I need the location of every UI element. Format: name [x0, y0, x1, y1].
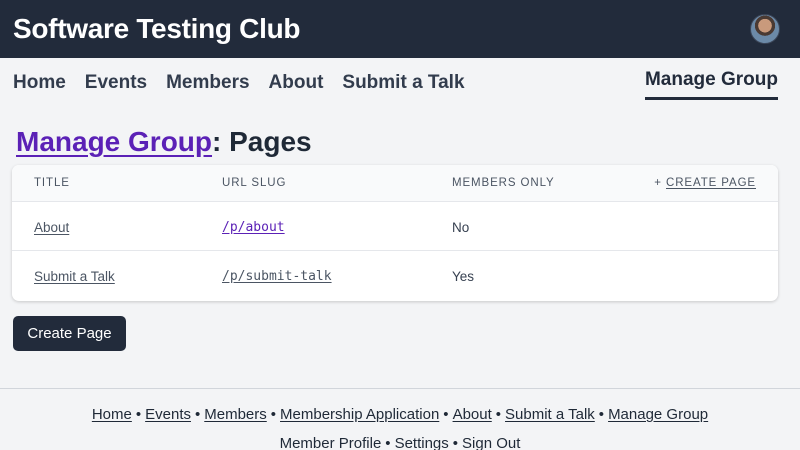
nav-events[interactable]: Events	[85, 72, 147, 94]
footer-links-primary: Home • Events • Members • Membership Applicati…	[91, 406, 709, 423]
footer-settings[interactable]: Settings	[395, 435, 449, 450]
page-slug-link[interactable]: /p/submit-talk	[222, 269, 332, 284]
members-only-value: No	[452, 220, 470, 235]
create-page-button[interactable]: Create Page	[13, 316, 126, 351]
manage-group-link[interactable]: Manage Group	[16, 126, 212, 157]
plus-icon: +	[654, 177, 662, 189]
table-header: Title URL Slug Members Only + Create Pag…	[12, 165, 778, 202]
members-only-value: Yes	[452, 269, 475, 284]
nav-members[interactable]: Members	[166, 72, 249, 94]
footer-manage-group[interactable]: Manage Group	[608, 406, 708, 423]
main-nav: Home Events Members About Submit a Talk …	[0, 58, 800, 108]
nav-about[interactable]: About	[269, 72, 324, 94]
site-title[interactable]: Software Testing Club	[13, 13, 301, 45]
footer-members[interactable]: Members	[204, 406, 267, 423]
table-row: About /p/about No	[12, 202, 778, 251]
footer-sign-out[interactable]: Sign Out	[462, 435, 520, 450]
footer-home[interactable]: Home	[92, 406, 132, 423]
pages-table: Title URL Slug Members Only + Create Pag…	[12, 165, 778, 301]
footer-links-account: Member Profile • Settings • Sign Out	[279, 435, 521, 450]
footer-submit-talk[interactable]: Submit a Talk	[505, 406, 595, 423]
col-title: Title	[34, 177, 70, 189]
col-members-only: Members Only	[452, 177, 555, 189]
footer: Home • Events • Members • Membership Applicati…	[0, 388, 800, 450]
footer-events[interactable]: Events	[145, 406, 191, 423]
nav-manage-group[interactable]: Manage Group	[644, 69, 778, 100]
page-title-link[interactable]: About	[34, 220, 69, 235]
footer-membership-application[interactable]: Membership Application	[280, 406, 439, 423]
page-slug-link[interactable]: /p/about	[222, 220, 285, 235]
create-page-link-label: Create Page	[666, 177, 756, 189]
top-header: Software Testing Club	[0, 0, 800, 58]
nav-submit-talk[interactable]: Submit a Talk	[342, 72, 464, 94]
col-url-slug: URL Slug	[222, 177, 287, 189]
create-page-link[interactable]: + Create Page	[654, 177, 756, 189]
footer-member-profile[interactable]: Member Profile	[280, 435, 382, 450]
page-title: Manage Group: Pages	[16, 126, 312, 158]
footer-about[interactable]: About	[453, 406, 492, 423]
page-title-link[interactable]: Submit a Talk	[34, 269, 115, 284]
nav-home[interactable]: Home	[13, 72, 66, 94]
table-row: Submit a Talk /p/submit-talk Yes	[12, 251, 778, 300]
user-avatar[interactable]	[750, 14, 780, 44]
page-title-suffix: : Pages	[212, 126, 312, 157]
